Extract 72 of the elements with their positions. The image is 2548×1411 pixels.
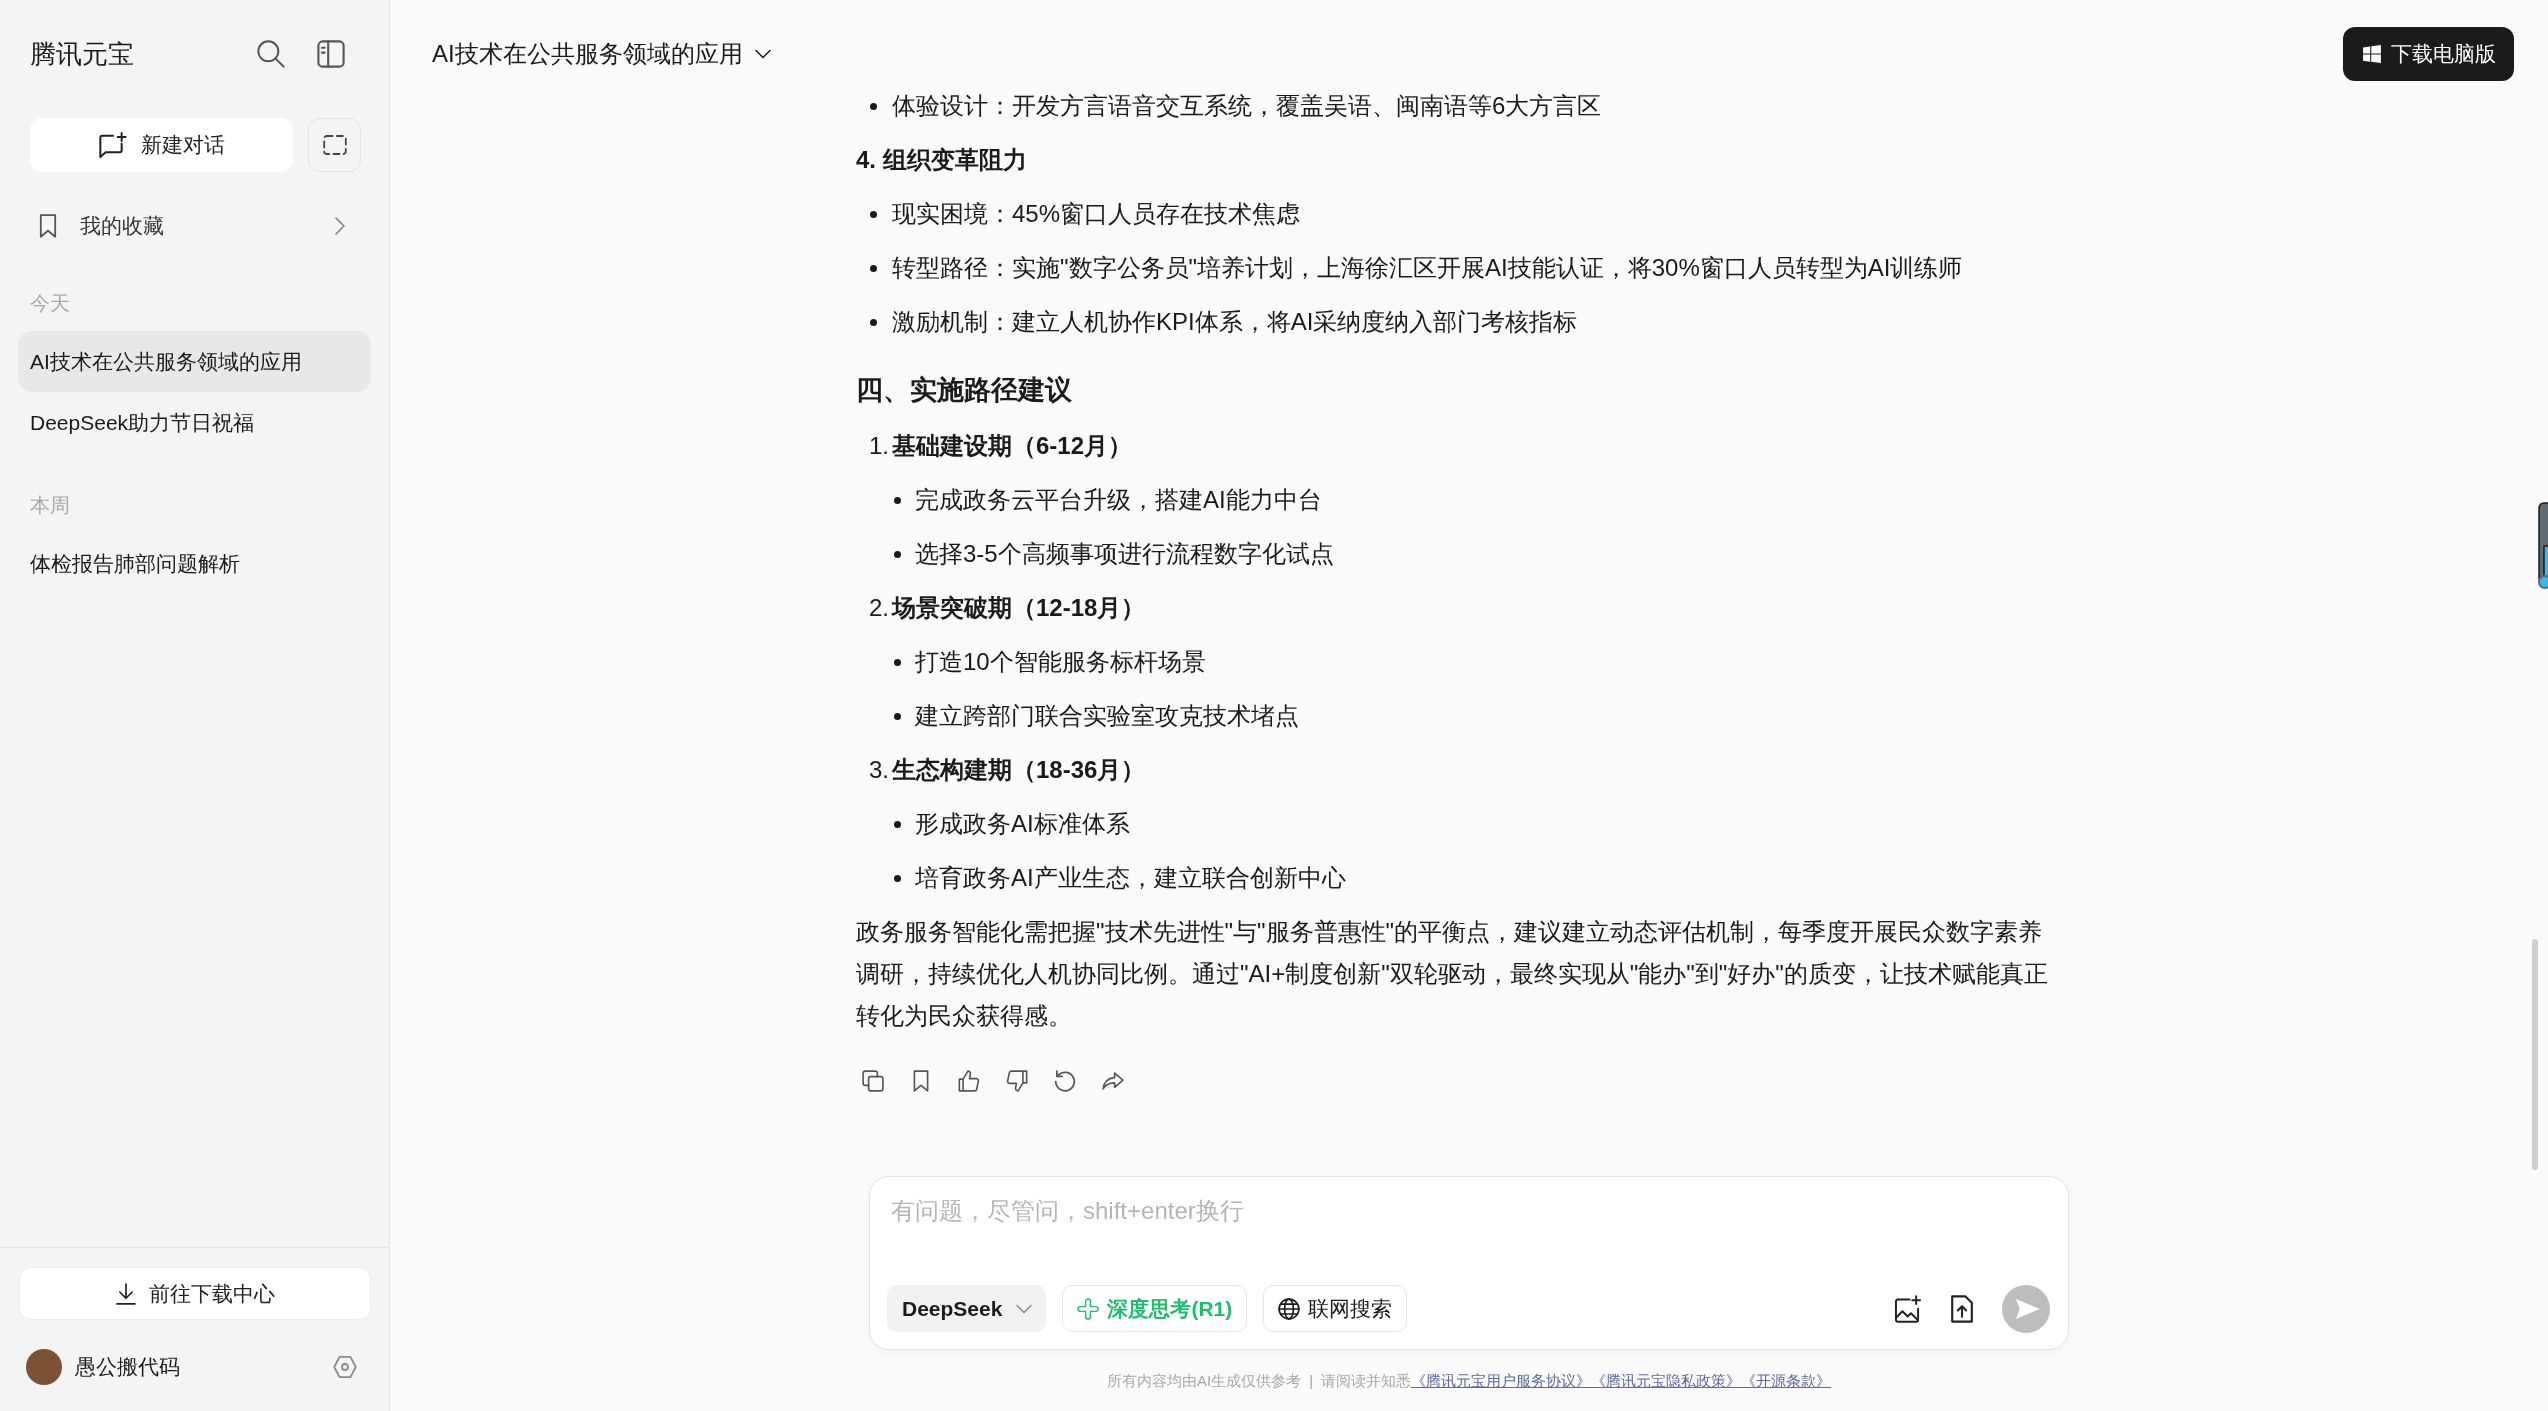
frame-button[interactable] [308,118,361,172]
bullet-icon [870,102,877,110]
list-item-title: 场景突破期（12-18月） [892,593,1146,623]
list-item-text: 激励机制：建立人机协作KPI体系，将AI采纳度纳入部门考核指标 [892,307,1578,337]
bullet-icon [870,318,877,326]
list-item-text: 培育政务AI产业生态，建立联合创新中心 [915,863,1346,893]
thumbs-down-icon[interactable] [1006,1070,1028,1092]
composer-card[interactable]: 有问题，尽管问，shift+enter换行 DeepSeek 深度思考(R1) 联网搜索 [869,1176,2069,1350]
dashed-square-icon [322,133,347,157]
bullet-icon [894,496,901,504]
message-input[interactable]: 有问题，尽管问，shift+enter换行 [887,1195,2050,1284]
bullet-icon [894,820,901,828]
list-item-text: 转型路径：实施"数字公务员"培养计划，上海徐汇区开展AI技能认证，将30%窗口人员转型为AI训练师 [892,253,1963,283]
logo-text: 腾讯元宝 [30,37,134,71]
list-item-title: 生态构建期（18-36月） [892,755,1146,785]
section-label: 今天 [30,291,70,316]
chat-history-item[interactable]: AI技术在公共服务领域的应用 [18,331,371,392]
new-chat-button[interactable]: 新建对话 [30,118,294,172]
bullet-icon [894,712,901,720]
list-item-text: 完成政务云平台升级，搭建AI能力中台 [915,485,1322,515]
chat-plus-icon [98,131,127,159]
notice-text: 请阅读并知悉 [1321,1372,1412,1389]
paper-plane-icon [2015,1296,2040,1321]
favorites-item[interactable]: 我的收藏 [18,201,371,251]
bullet-icon [894,658,901,666]
refresh-icon[interactable] [1054,1070,1076,1092]
edge-handle-icon[interactable] [2538,502,2548,590]
share-icon[interactable] [1102,1070,1124,1092]
section-label: 本周 [30,493,70,518]
download-center-button[interactable]: 前往下载中心 [19,1267,371,1320]
bullet-icon [894,550,901,558]
cross-icon [1077,1297,1100,1320]
chat-history-item[interactable]: 体检报告肺部问题解析 [18,533,371,594]
web-search-toggle[interactable]: 联网搜索 [1263,1285,1408,1332]
bullet-icon [894,874,901,882]
list-item-text: 现实困境：45%窗口人员存在技术焦虑 [892,199,1301,229]
user-name: 愚公搬代码 [75,1354,180,1380]
list-number: 1. [869,431,890,461]
policy-link[interactable]: 《腾讯元宝隐私政策》 [1591,1372,1742,1389]
model-selector[interactable]: DeepSeek [887,1285,1047,1332]
policy-link[interactable]: 《腾讯元宝用户服务协议》 [1411,1372,1592,1389]
scrollbar-thumb[interactable] [2532,939,2538,1170]
globe-icon [1278,1297,1301,1320]
paragraph-text: 政务服务智能化需把握"技术先进性"与"服务普惠性"的平衡点，建议建立动态评估机制，每季度开展民众数字素养调研，持续优化人机协同比例。通过"AI+制度创新"双轮驱动，最终实现从"能办"到"好办"的质变，让技术赋能真正转化为民众获得感。 [856,917,2049,1031]
conversation-title-button[interactable]: AI技术在公共服务领域的应用 [432,27,771,81]
settings-icon[interactable] [333,1355,357,1379]
sidebar-toggle-icon[interactable] [317,40,345,68]
image-add-icon[interactable] [1894,1294,1922,1323]
file-upload-icon[interactable] [1948,1294,1976,1323]
avatar-icon [26,1349,62,1385]
list-item-text: 体验设计：开发方言语音交互系统，覆盖吴语、闽南语等6大方言区 [892,91,1602,121]
section-heading: 四、实施路径建议 [856,374,1072,407]
separator-text: | [1309,1372,1314,1389]
bullet-icon [870,264,877,272]
list-item-text: 形成政务AI标准体系 [915,809,1130,839]
list-number: 3. [869,755,890,785]
thumbs-up-icon[interactable] [958,1070,980,1092]
chat-history-item[interactable]: DeepSeek助力节日祝福 [18,392,371,453]
search-icon[interactable] [257,40,285,68]
list-number: 2. [869,593,890,623]
list-item-text: 建立跨部门联合实验室攻克技术堵点 [915,701,1299,731]
four-panes-icon [2363,45,2381,63]
policy-link[interactable]: 《开源条款》 [1741,1372,1832,1389]
bullet-icon [870,210,877,218]
list-item-text: 打造10个智能服务标杆场景 [915,647,1206,677]
download-desktop-button[interactable]: 下载电脑版 [2343,27,2514,81]
download-icon [115,1282,137,1305]
subheading: 4. 组织变革阻力 [856,145,1027,175]
list-item-title: 基础建设期（6-12月） [892,431,1133,461]
copy-icon[interactable] [862,1070,884,1092]
disclaimer-text: 所有内容均由AI生成仅供参考 [1106,1372,1302,1389]
list-item-text: 选择3-5个高频事项进行流程数字化试点 [915,539,1334,569]
